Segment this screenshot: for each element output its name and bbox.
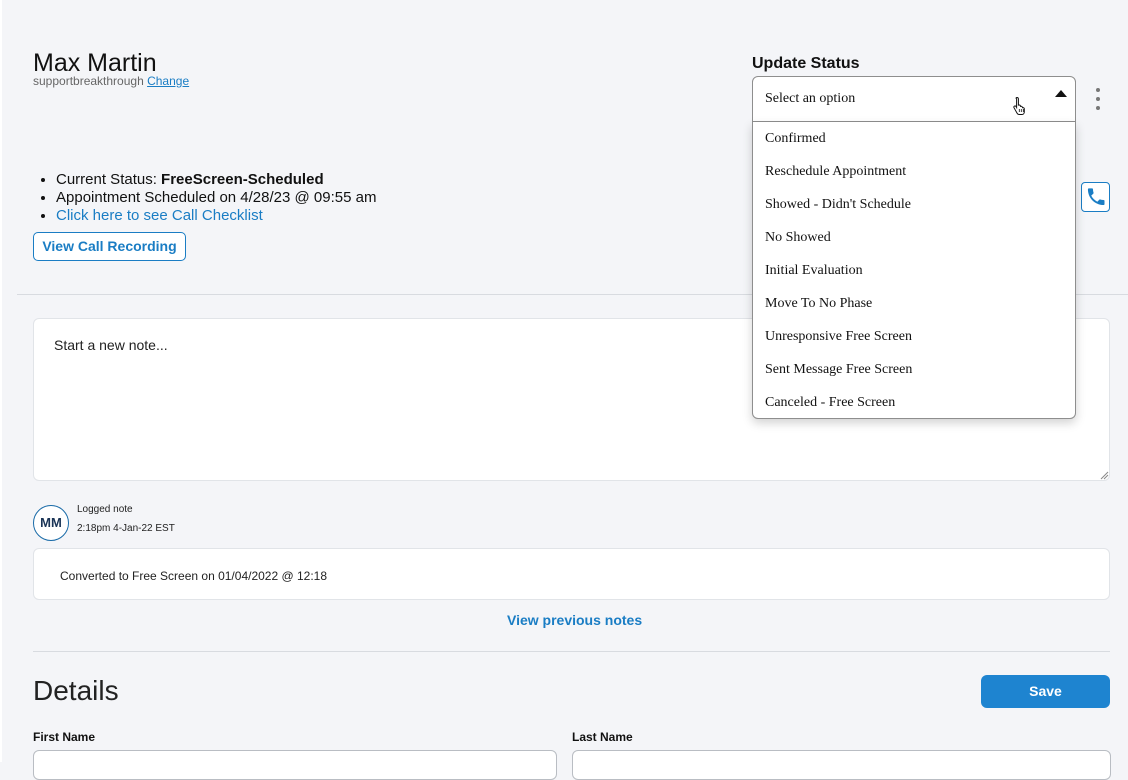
status-option-no-showed[interactable]: No Showed: [765, 228, 831, 248]
current-status-label: Current Status:: [56, 171, 162, 188]
account-name: supportbreakthrough: [33, 74, 144, 88]
avatar: MM: [33, 505, 69, 541]
status-option-sent-message[interactable]: Sent Message Free Screen: [765, 360, 912, 380]
last-name-input[interactable]: [572, 750, 1111, 780]
status-option-showed-didnt-schedule[interactable]: Showed - Didn't Schedule: [765, 195, 911, 215]
call-button[interactable]: [1081, 182, 1110, 212]
current-status-value: FreeScreen-Scheduled: [161, 171, 324, 188]
call-checklist-link[interactable]: Click here to see Call Checklist: [56, 207, 263, 224]
details-divider: [33, 651, 1110, 652]
current-status-item: Current Status: FreeScreen-Scheduled: [56, 171, 376, 189]
account-line: supportbreakthrough Change: [33, 74, 189, 88]
update-status-title: Update Status: [752, 55, 860, 72]
view-call-recording-button[interactable]: View Call Recording: [33, 232, 186, 261]
more-vertical-icon[interactable]: [1090, 86, 1106, 114]
status-option-reschedule[interactable]: Reschedule Appointment: [765, 162, 906, 182]
status-option-move-to-no-phase[interactable]: Move To No Phase: [765, 294, 872, 314]
view-previous-notes-link[interactable]: View previous notes: [507, 612, 642, 628]
status-options-list: Confirmed Reschedule Appointment Showed …: [752, 122, 1076, 419]
phone-icon: [1087, 188, 1105, 206]
status-option-confirmed[interactable]: Confirmed: [765, 129, 826, 149]
change-account-link[interactable]: Change: [147, 74, 189, 88]
left-edge: [0, 0, 2, 762]
status-option-initial-evaluation[interactable]: Initial Evaluation: [765, 261, 863, 281]
status-option-canceled[interactable]: Canceled - Free Screen: [765, 393, 895, 413]
status-list: Current Status: FreeScreen-Scheduled App…: [38, 171, 376, 225]
new-note-placeholder: Start a new note...: [54, 337, 168, 353]
note-entry-text: Converted to Free Screen on 01/04/2022 @…: [60, 569, 328, 583]
details-title: Details: [33, 675, 119, 706]
hand-pointer-icon: [1013, 96, 1025, 115]
resize-grip-icon[interactable]: [1099, 470, 1109, 480]
caret-up-icon: [1055, 90, 1067, 97]
appointment-item: Appointment Scheduled on 4/28/23 @ 09:55…: [56, 189, 376, 207]
first-name-input[interactable]: [33, 750, 557, 780]
logged-note-label: Logged note: [77, 504, 133, 515]
checklist-item: Click here to see Call Checklist: [56, 207, 376, 225]
last-name-label: Last Name: [572, 730, 633, 744]
status-option-unresponsive[interactable]: Unresponsive Free Screen: [765, 327, 912, 347]
logged-note-time: 2:18pm 4-Jan-22 EST: [77, 523, 175, 534]
status-select-value: Select an option: [765, 91, 856, 106]
first-name-label: First Name: [33, 730, 96, 744]
save-button[interactable]: Save: [981, 675, 1110, 708]
